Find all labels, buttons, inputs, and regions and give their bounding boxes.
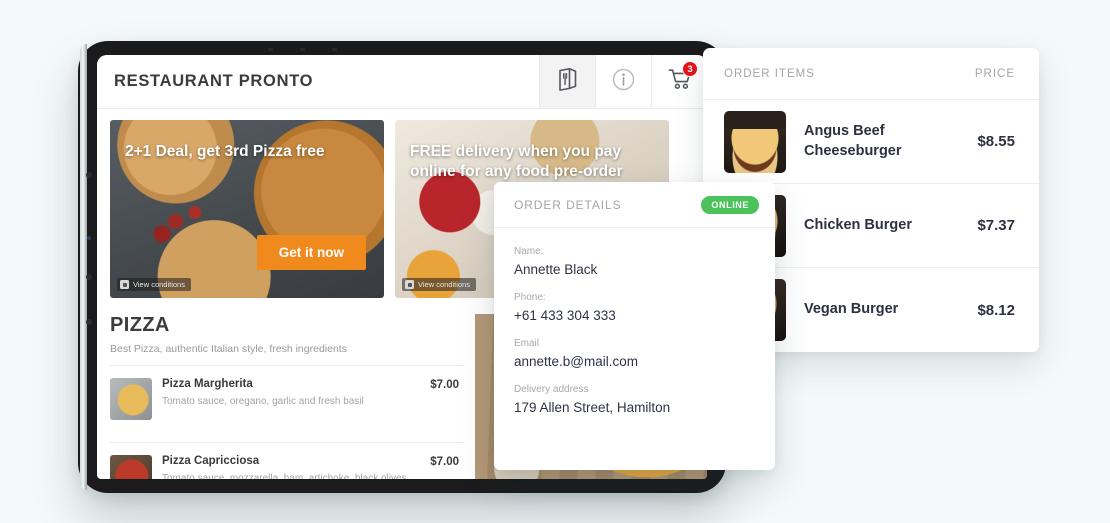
order-details-header: ORDER DETAILS ONLINE [494,182,775,228]
order-details-panel: ORDER DETAILS ONLINE Name: Annette Black… [494,182,775,470]
promo-banner-deal[interactable]: 2+1 Deal, get 3rd Pizza free Get it now … [110,120,384,298]
order-item-name: Chicken Burger [804,216,912,233]
menu-item[interactable]: Pizza Margherita Tomato sauce, oregano, … [110,365,465,432]
tablet-top-dot [268,48,273,51]
promo-title: 2+1 Deal, get 3rd Pizza free [125,143,325,160]
menu-item-body: Pizza Capricciosa Tomato sauce, mozzarel… [162,455,420,479]
order-field-name: Name: Annette Black [514,246,755,277]
info-button[interactable] [595,55,651,108]
conditions-icon [120,280,129,289]
view-conditions-label: View conditions [133,280,185,289]
menu-book-button[interactable] [539,55,595,108]
menu-item-name: Pizza Margherita [162,378,253,390]
order-field-email: Email annette.b@mail.com [514,338,755,369]
view-conditions-link[interactable]: View conditions [117,278,191,291]
order-details-body: Name: Annette Black Phone: +61 433 304 3… [494,228,775,415]
menu-book-icon [557,67,578,96]
menu-item-description: Tomato sauce, oregano, garlic and fresh … [162,396,364,407]
order-items-column-header: ORDER ITEMS [724,67,815,80]
menu-section-subtitle: Best Pizza, authentic Italian style, fre… [110,343,347,355]
order-item-name: Angus Beef Cheeseburger [804,122,902,159]
order-item-thumbnail [724,110,786,173]
field-value: +61 433 304 333 [514,308,616,323]
tablet-bezel-dot [86,274,92,280]
tablet-bezel-led [87,236,91,240]
menu-item-name: Pizza Capricciosa [162,455,260,467]
order-item-price: $7.37 [977,217,1015,234]
order-item-name: Vegan Burger [804,301,899,318]
order-item-price: $8.55 [977,133,1015,150]
tablet-bezel-dot [86,172,92,178]
cart-button[interactable]: 3 [651,55,707,108]
order-item-price: $8.12 [977,301,1015,319]
tablet-bezel-dot [86,319,92,325]
menu-item-body: Pizza Margherita Tomato sauce, oregano, … [162,378,420,409]
field-value: Annette Black [514,262,598,277]
promo-title: FREE delivery when you pay online for an… [410,143,623,180]
get-it-now-button[interactable]: Get it now [256,235,366,270]
order-item-row[interactable]: Angus Beef Cheeseburger $8.55 [703,100,1039,184]
field-label: Email [514,338,540,349]
view-conditions-link[interactable]: View conditions [402,278,476,291]
restaurant-title: RESTAURANT PRONTO [114,72,314,90]
menu-item[interactable]: Pizza Capricciosa Tomato sauce, mozzarel… [110,442,465,479]
menu-item-price: $7.00 [430,379,459,391]
menu-item-price: $7.00 [430,456,459,468]
menu-item-thumbnail [110,378,152,420]
tablet-top-dot [300,48,305,51]
order-field-address: Delivery address 179 Allen Street, Hamil… [514,384,755,415]
field-value: 179 Allen Street, Hamilton [514,400,671,415]
field-label: Name: [514,246,544,257]
cart-badge: 3 [682,61,698,77]
conditions-icon [405,280,414,289]
order-field-phone: Phone: +61 433 304 333 [514,292,755,323]
screenshot-root: RESTAURANT PRONTO 3 2+1 Deal, get 3rd Pi… [0,0,1110,523]
menu-list: PIZZA Best Pizza, authentic Italian styl… [97,314,465,479]
menu-section-title: PIZZA [110,314,170,336]
field-value: annette.b@mail.com [514,354,639,369]
order-items-header: ORDER ITEMS PRICE [703,48,1039,100]
menu-item-thumbnail [110,455,152,479]
order-details-title: ORDER DETAILS [514,197,622,212]
tablet-top-dot [332,48,337,51]
field-label: Delivery address [514,384,589,395]
status-badge: ONLINE [701,195,759,214]
info-icon [612,68,635,96]
app-header: RESTAURANT PRONTO 3 [97,55,707,109]
menu-item-description: Tomato sauce, mozzarella, ham, artichoke… [162,473,410,479]
view-conditions-label: View conditions [418,280,470,289]
price-column-header: PRICE [974,67,1015,80]
field-label: Phone: [514,292,546,303]
